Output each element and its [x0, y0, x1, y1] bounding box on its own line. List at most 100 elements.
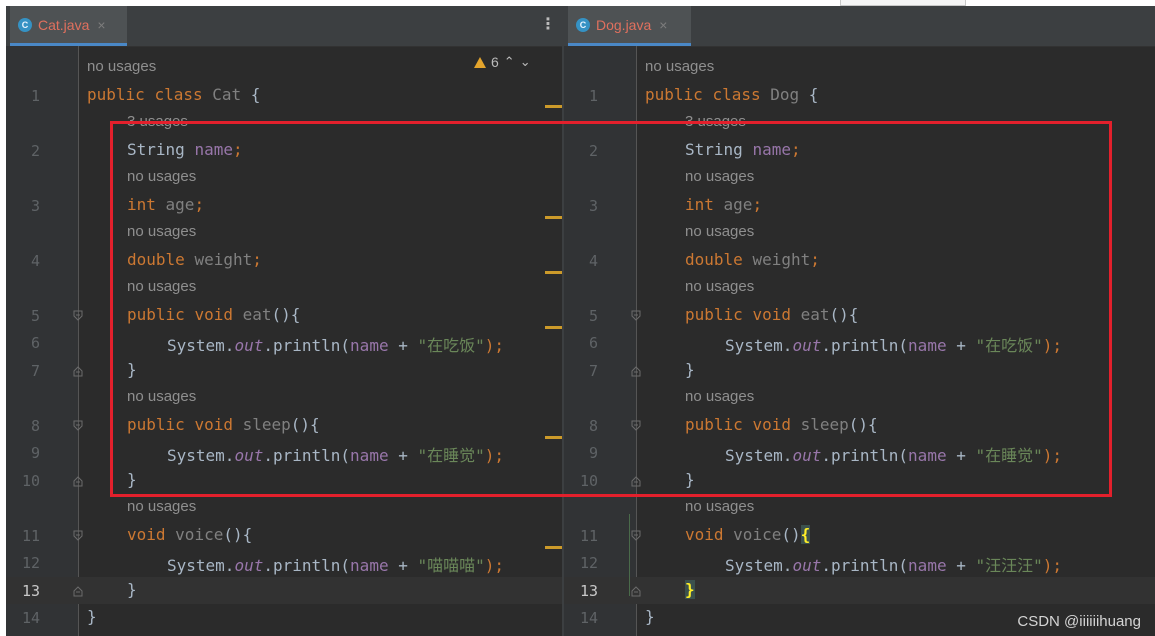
code-line[interactable]: 2 String name; [6, 137, 562, 165]
close-icon[interactable]: × [97, 17, 105, 33]
fold-open-icon[interactable] [631, 310, 641, 322]
warning-stripe-mark[interactable] [545, 436, 562, 439]
code-token: age [723, 194, 753, 214]
usage-hint-row[interactable]: 3 usages [6, 109, 562, 137]
fold-open-icon[interactable] [73, 310, 83, 322]
fold-close-icon[interactable] [631, 365, 641, 377]
code-line[interactable]: 2 String name; [564, 137, 1155, 165]
line-number: 12 [579, 554, 598, 572]
fold-open-icon[interactable] [73, 420, 83, 432]
code-token: eat [800, 304, 830, 324]
usage-hint-row[interactable]: 3 usages [564, 109, 1155, 137]
code-line[interactable]: 15 [564, 632, 1155, 636]
left-code-lines[interactable]: no usages 1 public class Cat { 3 usages 2 Str… [6, 46, 562, 636]
code-line[interactable]: 4 double weight; [6, 247, 562, 275]
warning-stripe-mark[interactable] [545, 271, 562, 274]
code-line[interactable]: 5 public void eat(){ [564, 302, 1155, 330]
code-line[interactable]: 9 System.out.println(name + "在睡觉"); [564, 439, 1155, 467]
code-line[interactable]: 13} [6, 576, 562, 604]
usage-hint[interactable]: no usages [127, 388, 196, 405]
usage-hint[interactable]: no usages [685, 498, 754, 515]
usage-hint[interactable]: no usages [685, 168, 754, 185]
code-text: double weight; [127, 250, 262, 269]
close-icon[interactable]: × [659, 17, 667, 33]
more-options-icon[interactable]: ⋮ [540, 16, 556, 32]
code-line[interactable]: 1 public class Dog { [564, 82, 1155, 110]
code-line[interactable]: 1 public class Cat { [6, 82, 562, 110]
code-line[interactable]: 9 System.out.println(name + "在睡觉"); [6, 439, 562, 467]
usage-hint[interactable]: no usages [685, 278, 754, 295]
usage-hint[interactable]: no usages [127, 168, 196, 185]
fold-close-icon[interactable] [73, 365, 83, 377]
right-code-lines[interactable]: no usages 1 public class Dog { 3 usages 2 Str… [564, 46, 1155, 636]
code-token: double [685, 249, 753, 269]
warning-stripe-mark[interactable] [545, 546, 562, 549]
usage-hint[interactable]: 3 usages [127, 113, 188, 130]
usage-hint[interactable]: 3 usages [685, 113, 746, 130]
code-line[interactable]: 7} [6, 357, 562, 385]
usage-hint[interactable]: no usages [87, 58, 156, 75]
usage-hint[interactable]: no usages [127, 278, 196, 295]
code-line[interactable]: 8 public void sleep(){ [6, 412, 562, 440]
code-line[interactable]: 10} [564, 467, 1155, 495]
fold-close-icon[interactable] [631, 585, 641, 597]
fold-close-icon[interactable] [631, 475, 641, 487]
code-line[interactable]: 12 System.out.println(name + "喵喵喵"); [6, 549, 562, 577]
chevron-down-icon[interactable]: ⌄ [520, 55, 531, 70]
warning-stripe-mark[interactable] [545, 105, 562, 108]
line-number: 14 [579, 609, 598, 627]
usage-hint-row[interactable]: no usages [6, 219, 562, 247]
code-line[interactable]: 4 double weight; [564, 247, 1155, 275]
code-line[interactable]: 12 System.out.println(name + "汪汪汪"); [564, 549, 1155, 577]
code-line[interactable]: 15 [6, 632, 562, 636]
code-line[interactable]: 13} [564, 576, 1155, 604]
usage-hint-row[interactable]: no usages [6, 494, 562, 522]
warning-count: 6 [491, 54, 499, 70]
code-token: name [908, 336, 947, 355]
usage-hint-row[interactable]: no usages [564, 164, 1155, 192]
usage-hint-row[interactable]: no usages [564, 384, 1155, 412]
usage-hint[interactable]: no usages [645, 58, 714, 75]
fold-open-icon[interactable] [631, 420, 641, 432]
usage-hint-row[interactable]: no usages [6, 164, 562, 192]
code-line[interactable]: 6 System.out.println(name + "在吃饭"); [564, 329, 1155, 357]
code-line[interactable]: 7} [564, 357, 1155, 385]
fold-close-icon[interactable] [73, 585, 83, 597]
usage-hint-row[interactable]: no usages [564, 54, 1155, 82]
code-text: } [685, 470, 695, 489]
usage-hint-row[interactable]: no usages [6, 274, 562, 302]
code-token: ; [752, 194, 763, 214]
code-line[interactable]: 3 int age; [6, 192, 562, 220]
fold-open-icon[interactable] [631, 530, 641, 542]
code-line[interactable]: 3 int age; [564, 192, 1155, 220]
usage-hint-row[interactable]: no usages [564, 219, 1155, 247]
tab-cat-java[interactable]: C Cat.java × [10, 6, 127, 46]
warning-icon [474, 56, 486, 68]
code-line[interactable]: 10} [6, 467, 562, 495]
code-token: Cat [212, 84, 251, 104]
code-line[interactable]: 8 public void sleep(){ [564, 412, 1155, 440]
usage-hint-row[interactable]: no usages [564, 274, 1155, 302]
usage-hint-row[interactable]: no usages [564, 494, 1155, 522]
usage-hint[interactable]: no usages [127, 223, 196, 240]
fold-close-icon[interactable] [73, 475, 83, 487]
usage-hint-row[interactable]: no usages [6, 384, 562, 412]
code-line[interactable]: 5 public void eat(){ [6, 302, 562, 330]
warning-stripe-mark[interactable] [545, 326, 562, 329]
tab-dog-java[interactable]: C Dog.java × [568, 6, 691, 46]
code-line[interactable]: 6 System.out.println(name + "在吃饭"); [6, 329, 562, 357]
usage-hint[interactable]: no usages [685, 388, 754, 405]
usage-hint[interactable]: no usages [127, 498, 196, 515]
code-token: ); [484, 556, 505, 575]
inspection-widget[interactable]: 6 ⌃ ⌄ [474, 54, 531, 70]
code-text: System.out.println(name + "在吃饭"); [167, 332, 504, 356]
usage-hint[interactable]: no usages [685, 223, 754, 240]
code-line[interactable]: 11 void voice(){ [564, 522, 1155, 550]
chevron-up-icon[interactable]: ⌃ [504, 55, 515, 70]
code-token: + [946, 446, 976, 465]
warning-stripe-mark[interactable] [545, 216, 562, 219]
code-line[interactable]: 14} [6, 604, 562, 632]
code-line[interactable]: 11 void voice(){ [6, 522, 562, 550]
fold-open-icon[interactable] [73, 530, 83, 542]
code-token: .println( [821, 556, 909, 575]
